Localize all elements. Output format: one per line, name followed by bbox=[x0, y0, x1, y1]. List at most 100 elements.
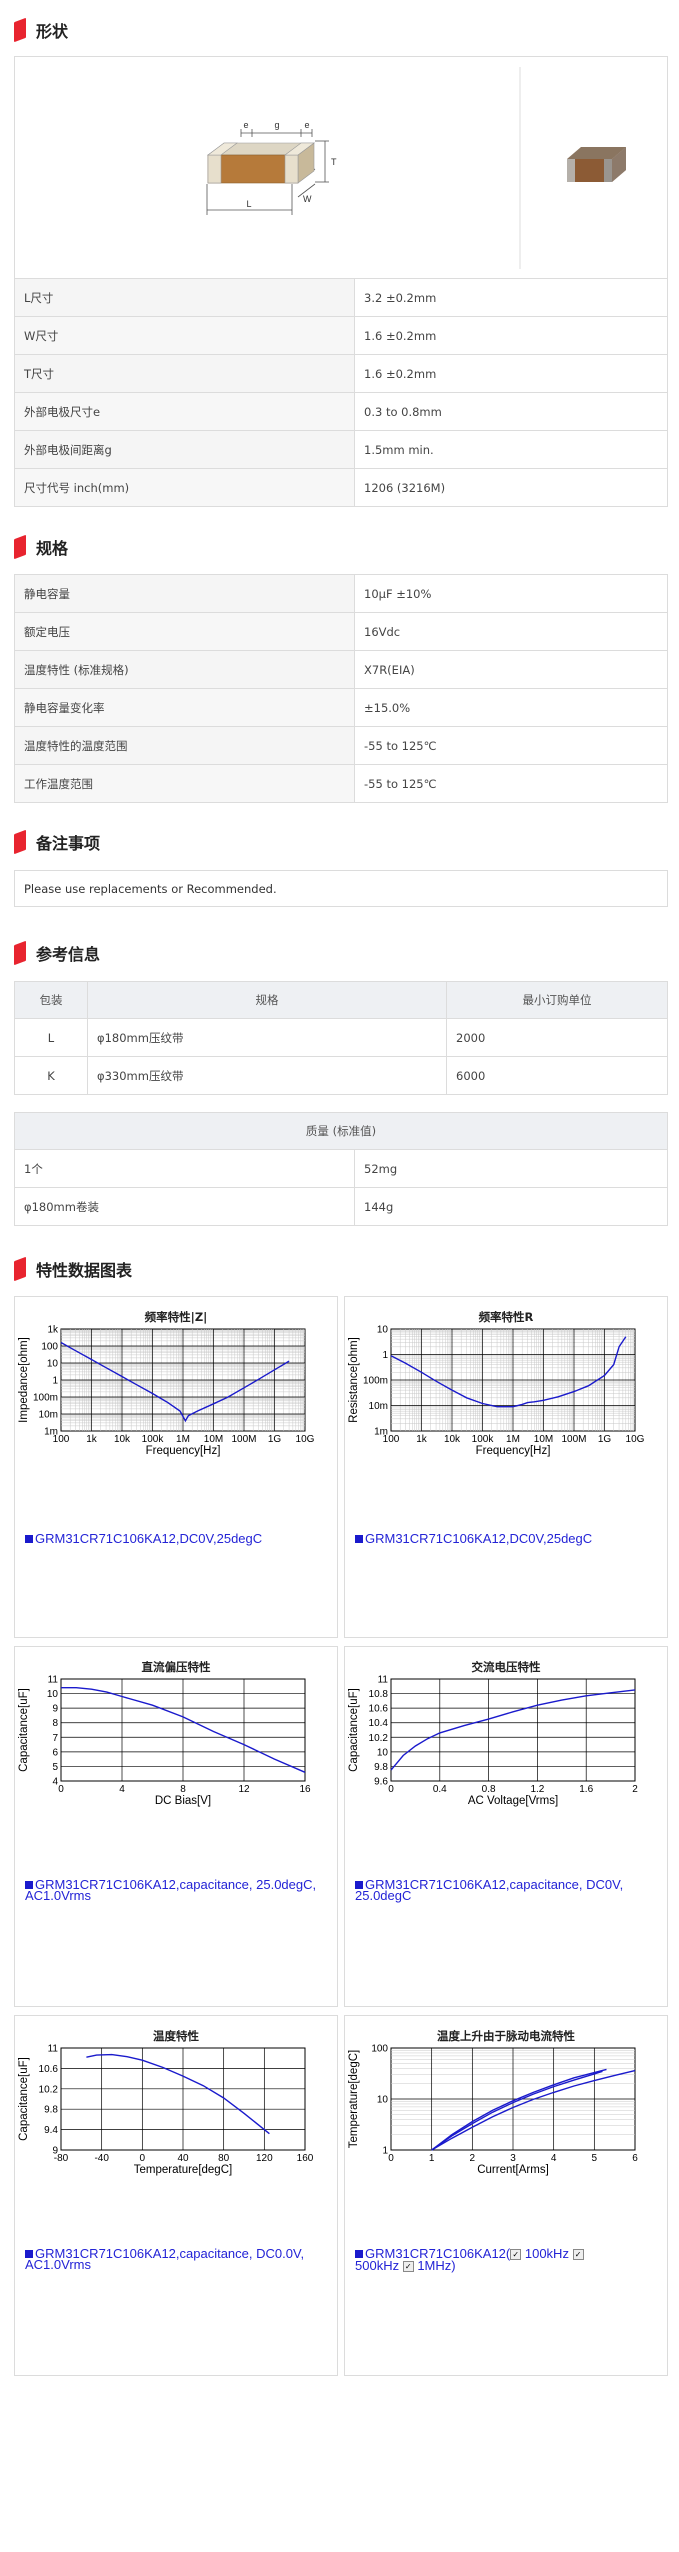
x-tick-label: 16 bbox=[299, 1784, 311, 1795]
dim-label-l: L bbox=[246, 199, 251, 209]
table-value: 0.3 to 0.8mm bbox=[354, 392, 668, 431]
y-tick-label: 1k bbox=[47, 1325, 59, 1336]
dc-bias-chart: 0 4 8 12 161110987654DC Bias[V]Capacitance[u… bbox=[18, 1675, 311, 1808]
ripple-current-chart: 0 1 2 3 4 5 6100101Current[Arms]Temperature[de… bbox=[348, 2044, 638, 2177]
y-tick-label: 10.8 bbox=[369, 1689, 389, 1700]
table-row: 额定电压 16Vdc bbox=[14, 612, 668, 651]
table-row: 外部电极尺寸e 0.3 to 0.8mm bbox=[14, 392, 668, 431]
section-flag-icon bbox=[14, 17, 26, 43]
y-tick-label: 1 bbox=[382, 1350, 388, 1361]
table-cell: 6000 bbox=[446, 1056, 668, 1095]
y-axis-label: Resistance[ohm] bbox=[348, 1337, 360, 1423]
table-value: -55 to 125℃ bbox=[354, 764, 668, 803]
table-key: 额定电压 bbox=[14, 612, 355, 651]
table-row: L φ180mm压纹带 2000 bbox=[14, 1018, 668, 1057]
y-tick-label: 100 bbox=[41, 1342, 58, 1353]
x-tick-label: 100M bbox=[231, 1434, 256, 1445]
table-cell: 1个 bbox=[14, 1149, 355, 1188]
column-header: 质量 (标准值) bbox=[14, 1112, 668, 1150]
table-key: 静电容量 bbox=[14, 574, 355, 613]
y-tick-label: 9.6 bbox=[374, 1777, 388, 1788]
table-value: ±15.0% bbox=[354, 688, 668, 727]
y-tick-label: 1m bbox=[374, 1427, 388, 1438]
x-tick-label: 1k bbox=[86, 1434, 98, 1445]
table-key: 工作温度范围 bbox=[14, 764, 355, 803]
plot-area bbox=[390, 2047, 636, 2151]
table-value: 1.5mm min. bbox=[354, 430, 668, 469]
y-tick-label: 100m bbox=[363, 1376, 388, 1387]
y-tick-label: 11 bbox=[378, 1675, 389, 1686]
x-tick-label: 0 bbox=[388, 2153, 394, 2164]
y-tick-label: 11 bbox=[48, 1675, 59, 1686]
x-tick-label: 5 bbox=[592, 2153, 598, 2164]
capacitor-photo bbox=[567, 147, 626, 182]
temperature-chart: -80 -40 0 40 80 120 1601110.610.29.89.49Temper… bbox=[18, 2044, 314, 2177]
y-axis-label: Impedance[ohm] bbox=[18, 1337, 30, 1423]
x-tick-label: 4 bbox=[119, 1784, 125, 1795]
x-axis-label: Current[Arms] bbox=[477, 2164, 549, 2176]
y-tick-label: 7 bbox=[52, 1733, 58, 1744]
x-tick-label: 0.8 bbox=[482, 1784, 496, 1795]
x-tick-label: 1M bbox=[176, 1434, 190, 1445]
resistance-chart: 100 1k 10k 100k 1M 10M 100M 1G 10G101100m10m1mFr… bbox=[348, 1325, 645, 1458]
section-header-charts: 特性数据图表 bbox=[14, 1256, 133, 1282]
y-tick-label: 4 bbox=[52, 1777, 58, 1788]
dim-label-e1: e bbox=[243, 120, 248, 130]
x-tick-label: 120 bbox=[256, 2153, 273, 2164]
table-key: W尺寸 bbox=[14, 316, 355, 355]
checkbox-500khz[interactable]: ✓ bbox=[572, 2249, 584, 2261]
table-row: 静电容量 10μF ±10% bbox=[14, 574, 668, 613]
table-header-row: 包装 规格 最小订购单位 bbox=[14, 981, 668, 1019]
section-flag-icon bbox=[14, 940, 26, 966]
table-value: 16Vdc bbox=[354, 612, 668, 651]
chart-legend: GRM31CR71C106KA12,DC0V,25degC bbox=[355, 1532, 592, 1545]
x-tick-label: 40 bbox=[177, 2153, 189, 2164]
section-title: 规格 bbox=[36, 539, 69, 558]
checkbox-1mhz[interactable]: ✓ bbox=[402, 2261, 414, 2273]
y-tick-label: 1m bbox=[44, 1427, 58, 1438]
table-value: 10μF ±10% bbox=[354, 574, 668, 613]
x-tick-label: 80 bbox=[218, 2153, 230, 2164]
y-tick-label: 10 bbox=[377, 1325, 389, 1336]
y-tick-label: 100m bbox=[33, 1393, 58, 1404]
y-tick-label: 10.2 bbox=[369, 1733, 389, 1744]
x-tick-label: 4 bbox=[551, 2153, 557, 2164]
impedance-chart: 100 1k 10k 100k 1M 10M 100M 1G 10G1k100101100m10… bbox=[18, 1325, 315, 1458]
section-title: 形状 bbox=[36, 22, 69, 41]
section-title: 参考信息 bbox=[36, 945, 101, 964]
table-key: 外部电极尺寸e bbox=[14, 392, 355, 431]
legend-label: 500kHz bbox=[355, 2258, 400, 2274]
table-cell: φ330mm压纹带 bbox=[87, 1056, 447, 1095]
x-axis-label: Frequency[Hz] bbox=[146, 1445, 221, 1457]
chart-box-ripple-current: 温度上升由于脉动电流特性 0 1 2 3 4 5 6 100 10 1 Current[Arms] T… bbox=[344, 2015, 668, 2376]
table-value: X7R(EIA) bbox=[354, 650, 668, 689]
x-tick-label: 100k bbox=[472, 1434, 495, 1445]
section-header-spec: 规格 bbox=[14, 534, 69, 560]
table-row: 温度特性 (标准规格) X7R(EIA) bbox=[14, 650, 668, 689]
x-tick-label: 2 bbox=[470, 2153, 476, 2164]
x-tick-label: 100M bbox=[561, 1434, 586, 1445]
table-row: 外部电极间距离g 1.5mm min. bbox=[14, 430, 668, 469]
y-tick-label: 10 bbox=[377, 2095, 389, 2106]
column-header: 包装 bbox=[14, 981, 88, 1019]
x-tick-label: 1.2 bbox=[530, 1784, 544, 1795]
x-tick-label: 6 bbox=[632, 2153, 638, 2164]
x-tick-label: 1M bbox=[506, 1434, 520, 1445]
mass-table: 质量 (标准值) 1个 52mg φ180mm卷装 144g bbox=[14, 1112, 668, 1226]
x-axis-label: AC Voltage[Vrms] bbox=[468, 1795, 558, 1807]
y-tick-label: 10.2 bbox=[39, 2084, 59, 2095]
section-flag-icon bbox=[14, 829, 26, 855]
checkbox-100khz[interactable]: ✓ bbox=[510, 2249, 522, 2261]
y-tick-label: 10 bbox=[47, 1689, 59, 1700]
section-title: 特性数据图表 bbox=[36, 1261, 133, 1280]
table-row: L尺寸 3.2 ±0.2mm bbox=[14, 278, 668, 317]
plot-area bbox=[60, 2047, 306, 2151]
chart-box-ac-voltage: 交流电压特性 0 0.4 0.8 1.2 1.6 2 11 10.8 10.6 10.4 10.2 1… bbox=[344, 1646, 668, 2007]
table-cell: L bbox=[14, 1018, 88, 1057]
section-flag-icon bbox=[14, 534, 26, 560]
table-row: K φ330mm压纹带 6000 bbox=[14, 1056, 668, 1095]
table-row: W尺寸 1.6 ±0.2mm bbox=[14, 316, 668, 355]
x-tick-label: 10G bbox=[626, 1434, 645, 1445]
table-key: 静电容量变化率 bbox=[14, 688, 355, 727]
notes-text: Please use replacements or Recommended. bbox=[24, 882, 277, 896]
